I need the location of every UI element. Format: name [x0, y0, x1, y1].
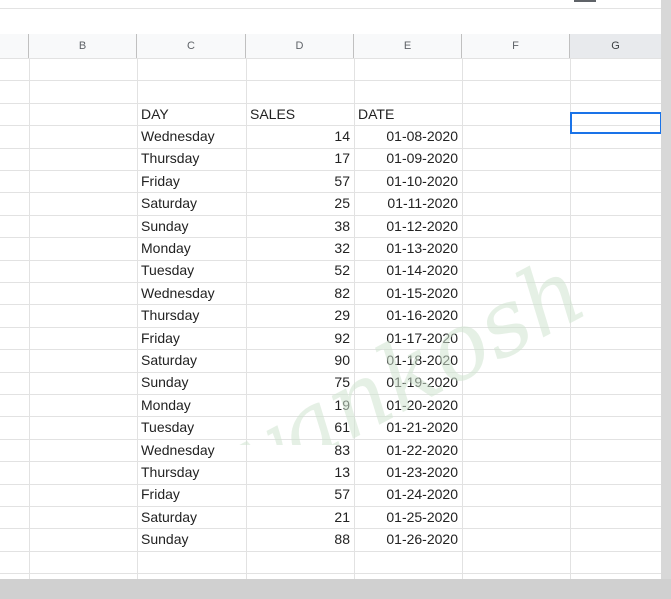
day-cell[interactable]: Wednesday — [137, 439, 246, 461]
sales-cell[interactable]: 32 — [246, 237, 354, 259]
day-cell[interactable]: Thursday — [137, 147, 246, 169]
active-cell-selection[interactable] — [570, 112, 662, 134]
column-header-c[interactable]: C — [137, 34, 246, 58]
day-cell[interactable]: Thursday — [137, 461, 246, 483]
sales-cell[interactable]: 14 — [246, 125, 354, 147]
cell-grid[interactable]: DAY SALES DATE Wednesday 14 01-08-2020 Thur… — [0, 58, 661, 579]
sales-cell[interactable]: 57 — [246, 170, 354, 192]
header-day[interactable]: DAY — [137, 103, 246, 125]
day-cell[interactable]: Friday — [137, 170, 246, 192]
date-cell[interactable]: 01-23-2020 — [354, 461, 462, 483]
day-cell[interactable]: Tuesday — [137, 416, 246, 438]
sales-cell[interactable]: 38 — [246, 215, 354, 237]
day-cell[interactable]: Tuesday — [137, 259, 246, 281]
column-header-d[interactable]: D — [246, 34, 354, 58]
date-cell[interactable]: 01-20-2020 — [354, 394, 462, 416]
sales-cell[interactable]: 21 — [246, 506, 354, 528]
grid-row-line — [0, 550, 661, 552]
day-cell[interactable]: Monday — [137, 237, 246, 259]
date-cell[interactable]: 01-15-2020 — [354, 282, 462, 304]
grid-column-line — [570, 58, 571, 579]
day-cell[interactable]: Sunday — [137, 371, 246, 393]
date-cell[interactable]: 01-19-2020 — [354, 371, 462, 393]
vertical-scroll-edge[interactable] — [661, 0, 671, 599]
day-cell[interactable]: Wednesday — [137, 125, 246, 147]
day-cell[interactable]: Friday — [137, 483, 246, 505]
grid-column-line — [29, 58, 30, 579]
sales-cell[interactable]: 19 — [246, 394, 354, 416]
grid-row-line — [0, 58, 661, 59]
column-header-f[interactable]: F — [462, 34, 570, 58]
date-cell[interactable]: 01-11-2020 — [354, 192, 462, 214]
column-header-a-partial[interactable] — [0, 34, 29, 58]
date-cell[interactable]: 01-22-2020 — [354, 439, 462, 461]
date-cell[interactable]: 01-26-2020 — [354, 528, 462, 550]
day-cell[interactable]: Sunday — [137, 528, 246, 550]
day-cell[interactable]: Wednesday — [137, 282, 246, 304]
grid-row-line — [0, 80, 661, 82]
date-cell[interactable]: 01-08-2020 — [354, 125, 462, 147]
sales-cell[interactable]: 82 — [246, 282, 354, 304]
sales-cell[interactable]: 92 — [246, 327, 354, 349]
date-cell[interactable]: 01-17-2020 — [354, 327, 462, 349]
toolbar-icon-fragment — [574, 0, 596, 2]
horizontal-scroll-edge[interactable] — [0, 579, 671, 599]
sales-cell[interactable]: 17 — [246, 147, 354, 169]
grid-row-line — [0, 102, 661, 104]
sales-cell[interactable]: 83 — [246, 439, 354, 461]
column-header-b[interactable]: B — [29, 34, 137, 58]
date-cell[interactable]: 01-18-2020 — [354, 349, 462, 371]
day-cell[interactable]: Sunday — [137, 215, 246, 237]
day-cell[interactable]: Monday — [137, 394, 246, 416]
date-cell[interactable]: 01-10-2020 — [354, 170, 462, 192]
date-cell[interactable]: 01-16-2020 — [354, 304, 462, 326]
sales-cell[interactable]: 13 — [246, 461, 354, 483]
date-cell[interactable]: 01-14-2020 — [354, 259, 462, 281]
toolbar-divider — [0, 8, 661, 9]
sales-cell[interactable]: 29 — [246, 304, 354, 326]
date-cell[interactable]: 01-21-2020 — [354, 416, 462, 438]
date-cell[interactable]: 01-13-2020 — [354, 237, 462, 259]
header-date[interactable]: DATE — [354, 103, 462, 125]
sales-cell[interactable]: 88 — [246, 528, 354, 550]
sales-cell[interactable]: 90 — [246, 349, 354, 371]
date-cell[interactable]: 01-25-2020 — [354, 506, 462, 528]
sales-cell[interactable]: 57 — [246, 483, 354, 505]
column-header-g[interactable]: G — [570, 34, 661, 58]
column-header-row: B C D E F G — [0, 34, 661, 59]
column-header-e[interactable]: E — [354, 34, 462, 58]
header-sales[interactable]: SALES — [246, 103, 354, 125]
grid-row-line — [0, 573, 661, 575]
sales-cell[interactable]: 52 — [246, 259, 354, 281]
day-cell[interactable]: Saturday — [137, 192, 246, 214]
formula-bar[interactable] — [0, 0, 661, 35]
day-cell[interactable]: Thursday — [137, 304, 246, 326]
sales-cell[interactable]: 25 — [246, 192, 354, 214]
date-cell[interactable]: 01-24-2020 — [354, 483, 462, 505]
sales-cell[interactable]: 61 — [246, 416, 354, 438]
grid-column-line — [462, 58, 463, 579]
day-cell[interactable]: Saturday — [137, 506, 246, 528]
day-cell[interactable]: Friday — [137, 327, 246, 349]
day-cell[interactable]: Saturday — [137, 349, 246, 371]
date-cell[interactable]: 01-12-2020 — [354, 215, 462, 237]
date-cell[interactable]: 01-09-2020 — [354, 147, 462, 169]
sales-cell[interactable]: 75 — [246, 371, 354, 393]
